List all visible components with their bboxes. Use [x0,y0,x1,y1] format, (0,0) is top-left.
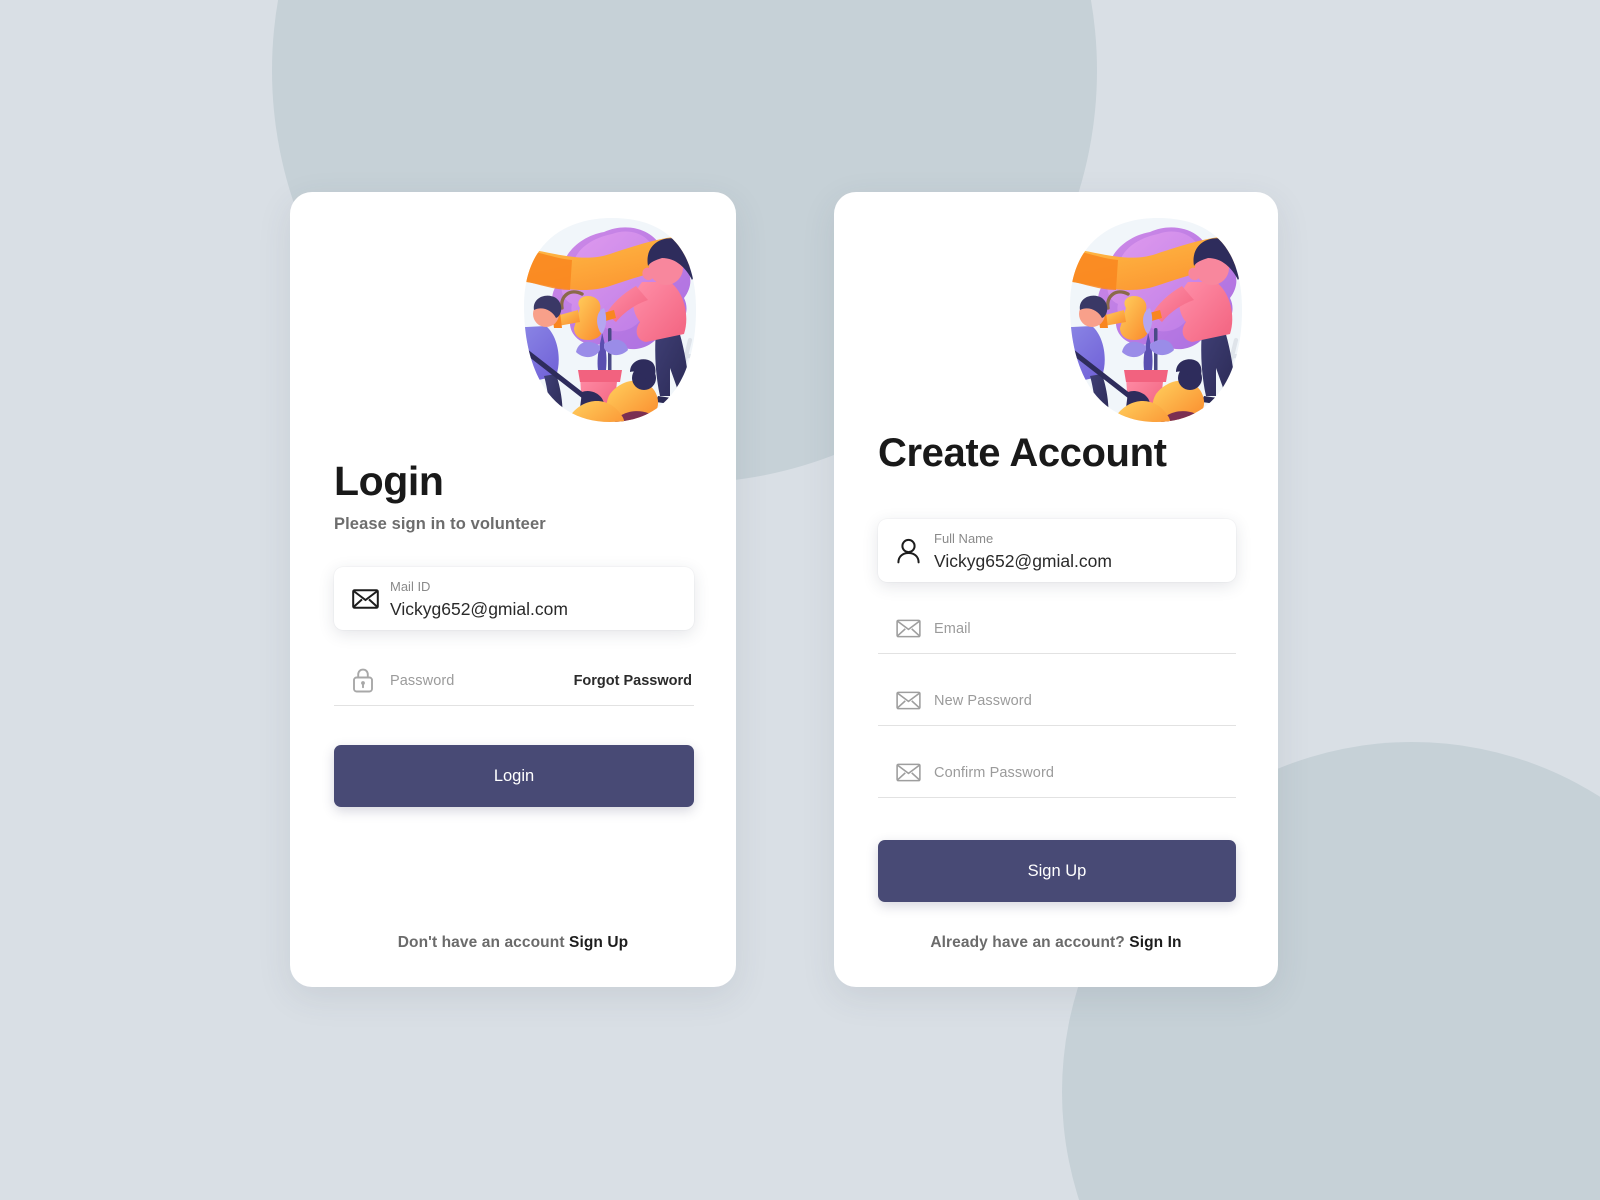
create-account-card-body: Create Account Full Name Vickyg652@gmial… [834,192,1278,987]
field-gap [334,630,694,656]
envelope-icon [896,619,934,638]
login-form: Mail ID Vickyg652@gmial.com Password For… [334,567,694,706]
background-layer [0,0,1600,1200]
confirm-password-placeholder: Confirm Password [934,764,1055,781]
lock-icon [352,668,390,693]
volunteer-gardening-illustration [484,210,736,442]
field-gap [878,654,1236,676]
page-subtitle: Please sign in to volunteer [334,515,546,534]
envelope-icon [896,763,934,782]
login-card: Login Please sign in to volunteer Mail I… [290,192,736,987]
login-headings: Login Please sign in to volunteer [334,458,546,534]
full-name-stack: Full Name Vickyg652@gmial.com [934,530,1112,570]
full-name-value: Vickyg652@gmial.com [934,550,1112,571]
forgot-password-link[interactable]: Forgot Password [574,673,694,689]
create-account-footer: Already have an account? Sign In [834,934,1278,952]
page-title: Create Account [878,431,1167,475]
mail-id-stack: Mail ID Vickyg652@gmial.com [390,578,568,618]
login-footer-text: Don't have an account [397,934,565,951]
confirm-password-field[interactable]: Confirm Password [878,748,1236,798]
mail-id-label: Mail ID [390,579,431,595]
field-gap [878,726,1236,748]
mail-id-value: Vickyg652@gmial.com [390,598,568,619]
page-title: Login [334,458,444,504]
password-placeholder: Password [390,672,455,689]
create-account-form: Full Name Vickyg652@gmial.com Email New … [878,519,1236,798]
create-account-headings: Create Account [878,432,1167,474]
password-field[interactable]: Password Forgot Password [334,656,694,706]
mail-id-field[interactable]: Mail ID Vickyg652@gmial.com [334,567,694,630]
volunteer-gardening-illustration [1030,210,1278,442]
create-account-footer-text: Already have an account? [930,934,1125,951]
sign-up-button[interactable]: Sign Up [878,840,1236,902]
new-password-placeholder: New Password [934,692,1032,709]
email-placeholder: Email [934,620,971,637]
create-account-card: Create Account Full Name Vickyg652@gmial… [834,192,1278,987]
person-icon [896,538,934,564]
login-footer: Don't have an account Sign Up [290,934,736,952]
sign-in-link[interactable]: Sign In [1129,934,1181,951]
envelope-icon [896,691,934,710]
new-password-field[interactable]: New Password [878,676,1236,726]
full-name-field[interactable]: Full Name Vickyg652@gmial.com [878,519,1236,582]
field-gap [878,582,1236,604]
login-button[interactable]: Login [334,745,694,807]
full-name-label: Full Name [934,531,994,547]
email-field[interactable]: Email [878,604,1236,654]
sign-up-link[interactable]: Sign Up [569,934,628,951]
login-card-body: Login Please sign in to volunteer Mail I… [290,192,736,987]
envelope-icon [352,588,390,609]
